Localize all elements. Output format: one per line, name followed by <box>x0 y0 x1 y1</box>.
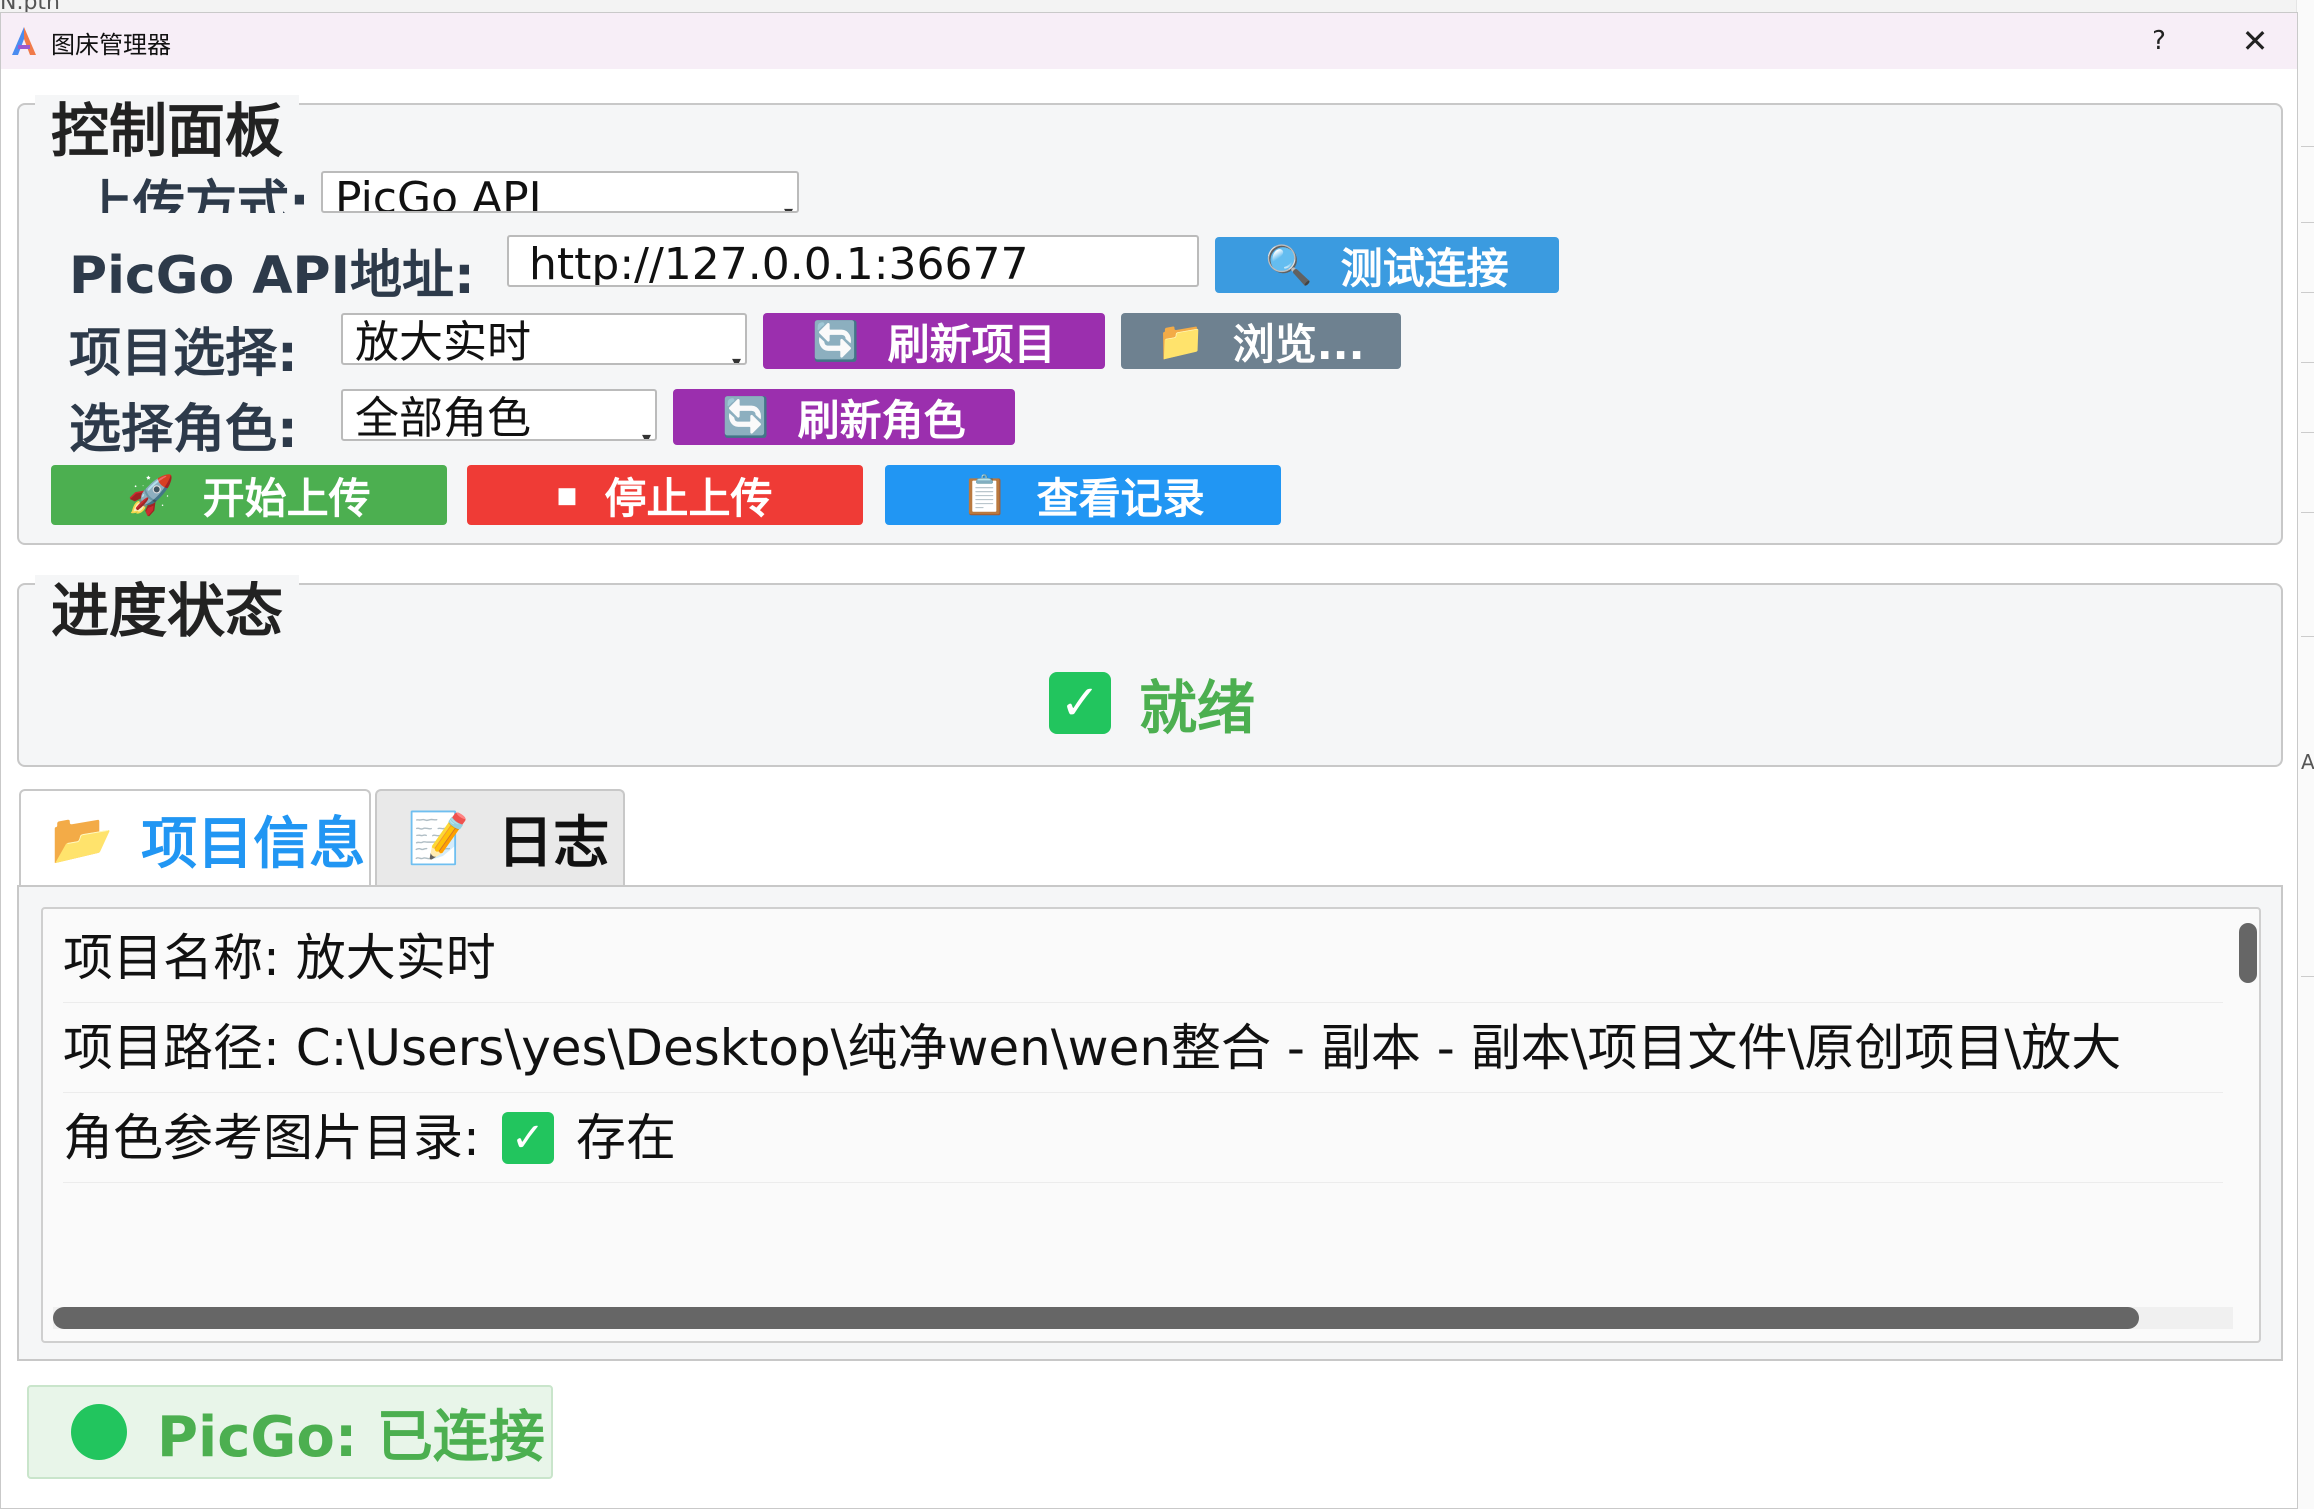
refresh-icon: 🔄 <box>722 395 770 439</box>
api-address-label: PicGo API地址: <box>69 246 475 306</box>
rocket-icon: 🚀 <box>127 473 175 517</box>
start-upload-label: 开始上传 <box>202 473 371 523</box>
close-button[interactable]: ✕ <box>2233 23 2277 59</box>
refresh-role-label: 刷新角色 <box>797 395 966 445</box>
chevron-down-icon: ▾ <box>783 202 793 213</box>
role-select-value: 全部角色 <box>355 393 531 441</box>
project-select-value: 放大实时 <box>355 317 531 365</box>
test-connection-label: 测试连接 <box>1340 243 1509 293</box>
background-divider <box>2301 146 2314 147</box>
upload-method-value: PicGo API <box>335 173 542 213</box>
refresh-role-button[interactable]: 🔄 刷新角色 <box>673 389 1015 445</box>
control-panel-title: 控制面板 <box>35 95 300 167</box>
background-divider <box>2301 432 2314 433</box>
upload-method-label-clip: 上传方式: <box>81 173 311 213</box>
tab-log[interactable]: 📝 日志 <box>375 789 625 885</box>
upload-method-select[interactable]: PicGo API ▾ <box>321 171 799 213</box>
list-item: 角色参考图片目录: ✓ 存在 <box>63 1093 2223 1183</box>
tab-log-label: 日志 <box>497 810 610 876</box>
view-records-label: 查看记录 <box>1036 473 1205 523</box>
start-upload-button[interactable]: 🚀 开始上传 <box>51 465 447 525</box>
background-divider <box>2301 636 2314 637</box>
background-divider <box>2301 222 2314 223</box>
role-select-label: 选择角色: <box>69 400 298 460</box>
refresh-icon: 🔄 <box>812 319 860 363</box>
tab-project-info[interactable]: 📂 项目信息 <box>19 789 371 887</box>
background-divider <box>2301 292 2314 293</box>
role-dir-label: 角色参考图片目录: <box>63 1108 480 1167</box>
app-logo-icon <box>12 27 36 55</box>
api-address-input[interactable]: http://127.0.0.1:36677 <box>507 235 1199 287</box>
stop-upload-label: 停止上传 <box>604 473 773 523</box>
project-info-list[interactable]: 项目名称: 放大实时 项目路径: C:\Users\yes\Desktop\纯净… <box>41 907 2261 1343</box>
refresh-project-button[interactable]: 🔄 刷新项目 <box>763 313 1105 369</box>
role-select[interactable]: 全部角色 ▾ <box>341 389 657 441</box>
folder-icon: 📂 <box>51 809 114 868</box>
project-select[interactable]: 放大实时 ▾ <box>341 313 747 365</box>
stop-upload-button[interactable]: ⏹ 停止上传 <box>467 465 863 525</box>
folder-icon: 📁 <box>1157 319 1205 363</box>
list-item: 项目路径: C:\Users\yes\Desktop\纯净wen\wen整合 -… <box>63 1003 2223 1093</box>
status-dot-icon <box>71 1404 127 1460</box>
checkmark-icon: ✓ <box>1049 672 1111 734</box>
chevron-down-icon: ▾ <box>731 352 741 365</box>
checkmark-icon: ✓ <box>501 1111 554 1164</box>
status-indicator: ✓ 就绪 <box>1049 661 1255 745</box>
refresh-project-label: 刷新项目 <box>887 319 1056 369</box>
view-records-button[interactable]: 📋 查看记录 <box>885 465 1281 525</box>
picgo-connection-text: PicGo: 已连接 <box>157 1404 545 1470</box>
browse-button[interactable]: 📁 浏览... <box>1121 313 1401 369</box>
title-bar: 图床管理器 ? ✕ <box>1 13 2297 69</box>
magnifier-icon: 🔍 <box>1265 243 1313 287</box>
test-connection-button[interactable]: 🔍 测试连接 <box>1215 237 1559 293</box>
role-dir-status: 存在 <box>575 1108 676 1167</box>
tab-project-info-label: 项目信息 <box>141 811 366 877</box>
api-address-value: http://127.0.0.1:36677 <box>529 239 1029 287</box>
background-divider <box>2301 976 2314 977</box>
project-path-row: 项目路径: C:\Users\yes\Desktop\纯净wen\wen整合 -… <box>63 1018 2122 1077</box>
browse-label: 浏览... <box>1232 319 1365 369</box>
memo-icon: 📝 <box>407 808 470 867</box>
window-title: 图床管理器 <box>51 31 171 59</box>
background-divider <box>2301 512 2314 513</box>
project-info-panel: 项目名称: 放大实时 项目路径: C:\Users\yes\Desktop\纯净… <box>17 885 2283 1361</box>
help-button[interactable]: ? <box>2139 23 2179 59</box>
status-text: 就绪 <box>1139 674 1256 742</box>
chevron-down-icon: ▾ <box>641 428 651 441</box>
progress-title: 进度状态 <box>35 575 300 647</box>
main-window: 图床管理器 ? ✕ 控制面板 上传方式: PicGo API ▾ PicGo A… <box>0 12 2298 1509</box>
vertical-scrollbar[interactable] <box>2239 923 2257 983</box>
project-name-row: 项目名称: 放大实时 <box>63 928 496 987</box>
list-item: 项目名称: 放大实时 <box>63 913 2223 1003</box>
horizontal-scrollbar[interactable] <box>53 1307 2139 1329</box>
picgo-connection-status: PicGo: 已连接 <box>27 1385 553 1479</box>
clipboard-icon: 📋 <box>961 473 1009 517</box>
background-right-edge: A <box>2296 0 2314 1509</box>
upload-method-label: 上传方式: <box>81 176 310 213</box>
stop-icon: ⏹ <box>557 473 577 517</box>
project-select-label: 项目选择: <box>69 324 298 384</box>
background-letter: A <box>2301 750 2314 774</box>
background-divider <box>2301 362 2314 363</box>
